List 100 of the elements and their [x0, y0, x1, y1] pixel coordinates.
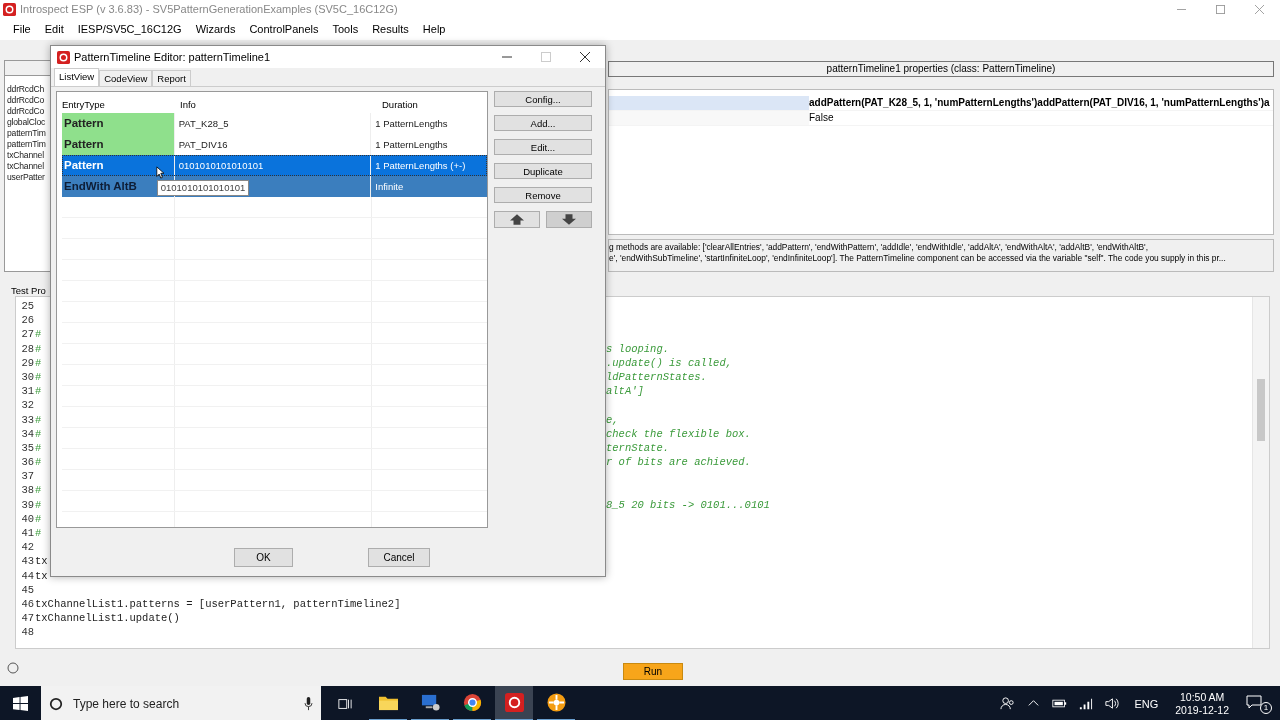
- table-cell[interactable]: Infinite: [370, 176, 487, 197]
- entry-list[interactable]: EntryType Info Duration Pattern PAT_K28_5 1 PatternLengths Pattern PAT_DIV16 1 PatternLengths Pattern 0101010101010101 1 PatternLengths (+-) EndWith AltB 0101010101010101 Infinite: [56, 91, 488, 528]
- view-tab[interactable]: Report: [152, 70, 191, 86]
- tree-item[interactable]: patternTim: [5, 128, 50, 139]
- line-number: 45: [20, 582, 34, 597]
- line-number: 48: [20, 625, 34, 640]
- people-icon[interactable]: [1000, 696, 1016, 711]
- menu-item[interactable]: IESP/SV5C_16C12G: [70, 21, 189, 37]
- line-number: 34: [20, 426, 34, 441]
- volume-icon[interactable]: [1104, 696, 1120, 711]
- description-text: e', 'endWithSubTimeline', 'startInfiniteLoop', 'endInfiniteLoop']. The PatternTimeline component can be accessed via the variable "self". The code you supply in this pr...: [609, 252, 1227, 264]
- code-text: tx: [35, 569, 48, 582]
- table-cell[interactable]: PAT_K28_5: [173, 113, 371, 134]
- code-text: #: [35, 328, 42, 341]
- code-text: #: [35, 427, 42, 440]
- action-button[interactable]: Config...: [494, 91, 592, 107]
- tree-item[interactable]: ddrRcdCo: [5, 106, 50, 117]
- clock[interactable]: 10:50 AM 2019-12-12: [1175, 690, 1229, 717]
- close-icon[interactable]: [580, 52, 590, 62]
- menu-item[interactable]: Help: [415, 21, 453, 37]
- wifi-icon[interactable]: [1078, 696, 1094, 711]
- cancel-button[interactable]: Cancel: [368, 548, 430, 567]
- taskbar-app[interactable]: [495, 686, 533, 720]
- code-text: #: [35, 342, 42, 355]
- language-indicator[interactable]: ENG: [1134, 697, 1159, 710]
- line-number: 36: [20, 455, 34, 470]
- app-logo-icon: [504, 693, 524, 712]
- task-view-icon[interactable]: [338, 696, 352, 711]
- move-up-button[interactable]: [494, 211, 540, 228]
- line-number: 40: [20, 511, 34, 526]
- action-button[interactable]: Remove: [494, 187, 592, 203]
- browser-icon: [462, 693, 482, 712]
- run-button[interactable]: Run: [623, 663, 683, 680]
- line-number: 41: [20, 526, 34, 541]
- menu-item[interactable]: ControlPanels: [242, 21, 326, 37]
- down-arrow-icon: [562, 214, 576, 225]
- up-arrow-icon: [510, 214, 524, 225]
- code-text: 8_5 20 bits -> 0101...0101: [606, 497, 770, 512]
- code-text: #: [35, 484, 42, 497]
- menu-item[interactable]: Results: [365, 21, 416, 37]
- notification-count: 1: [1260, 701, 1272, 714]
- tree-item[interactable]: patternTim: [5, 139, 50, 150]
- line-number: 30: [20, 369, 34, 385]
- tree-item[interactable]: txChannel: [5, 161, 50, 172]
- window-title: Introspect ESP (v 3.6.83) - SV5PatternGenerationExamples (SV5C_16C12G): [20, 3, 398, 15]
- action-button[interactable]: Edit...: [494, 139, 592, 155]
- line-number: 44: [20, 568, 34, 583]
- code-text: check the flexible box.: [606, 426, 751, 441]
- line-number: 42: [20, 540, 34, 555]
- search-field[interactable]: Type here to search: [41, 686, 321, 720]
- tree-item[interactable]: ddrRcdCh: [5, 84, 50, 95]
- tooltip: 0101010101010101: [156, 180, 250, 196]
- view-tab[interactable]: CodeView: [99, 70, 153, 86]
- code-text: .update() is called,: [606, 355, 733, 370]
- tree-item[interactable]: txChannel: [5, 150, 50, 161]
- code-text: ternState.: [606, 440, 669, 456]
- line-number: 29: [20, 355, 34, 370]
- action-button[interactable]: Add...: [494, 115, 592, 131]
- notification-button[interactable]: 1: [1246, 693, 1272, 714]
- code-text: r of bits are achieved.: [606, 455, 751, 470]
- code-text: #: [35, 413, 42, 426]
- action-button[interactable]: Duplicate: [494, 163, 592, 179]
- column-header[interactable]: Info: [179, 98, 377, 110]
- menu-item[interactable]: Edit: [37, 21, 71, 37]
- table-cell[interactable]: 1 PatternLengths (+-): [370, 155, 487, 176]
- line-number: 47: [20, 611, 34, 626]
- scrollbar[interactable]: [1252, 297, 1269, 648]
- code-text: #: [35, 356, 42, 369]
- tree-item[interactable]: ddrRcdCo: [5, 95, 50, 106]
- description-text: g methods are available: ['clearAllEntries', 'addPattern', 'endWithPattern', 'addIdle', 'endWithIdle', 'addAltA', 'endWithAltA', 'addAltB', 'endWithAltB',: [609, 241, 1149, 253]
- maximize-icon[interactable]: [1216, 4, 1225, 14]
- column-header[interactable]: Duration: [377, 98, 418, 110]
- code-text: #: [35, 370, 42, 383]
- code-text: #: [35, 385, 42, 398]
- status-circle-icon: [7, 661, 19, 674]
- menu-item[interactable]: File: [6, 21, 38, 37]
- line-number: 32: [20, 398, 34, 413]
- property-name-cell[interactable]: [609, 96, 809, 110]
- test-procedure-tab[interactable]: Test Pro: [9, 285, 48, 296]
- move-down-button[interactable]: [546, 211, 592, 228]
- line-number: 31: [20, 384, 34, 399]
- ok-button[interactable]: OK: [234, 548, 293, 567]
- code-text: #: [35, 527, 42, 539]
- code-text: tx: [35, 555, 48, 568]
- table-cell[interactable]: 0101010101010101: [173, 155, 371, 176]
- notification-icon: [1246, 693, 1262, 710]
- code-text: txChannelList1.patterns = [userPattern1, patternTimeline2]: [35, 597, 401, 610]
- tree-item[interactable]: userPatter: [5, 172, 50, 183]
- tree-item[interactable]: globalCloc: [5, 117, 50, 128]
- dialog-title: PatternTimeline Editor: patternTimeline1: [74, 51, 271, 63]
- menu-item[interactable]: Tools: [325, 21, 366, 37]
- property-name-cell[interactable]: [609, 111, 809, 125]
- table-cell[interactable]: 1 PatternLengths: [370, 113, 487, 134]
- column-header[interactable]: EntryType: [62, 98, 179, 110]
- menu-item[interactable]: Wizards: [188, 21, 243, 37]
- view-tab[interactable]: ListView: [54, 68, 100, 86]
- windows-start-icon[interactable]: [13, 696, 28, 711]
- code-text: altA']: [606, 384, 644, 399]
- microphone-icon[interactable]: [304, 696, 313, 711]
- app-logo-icon: [57, 50, 70, 64]
